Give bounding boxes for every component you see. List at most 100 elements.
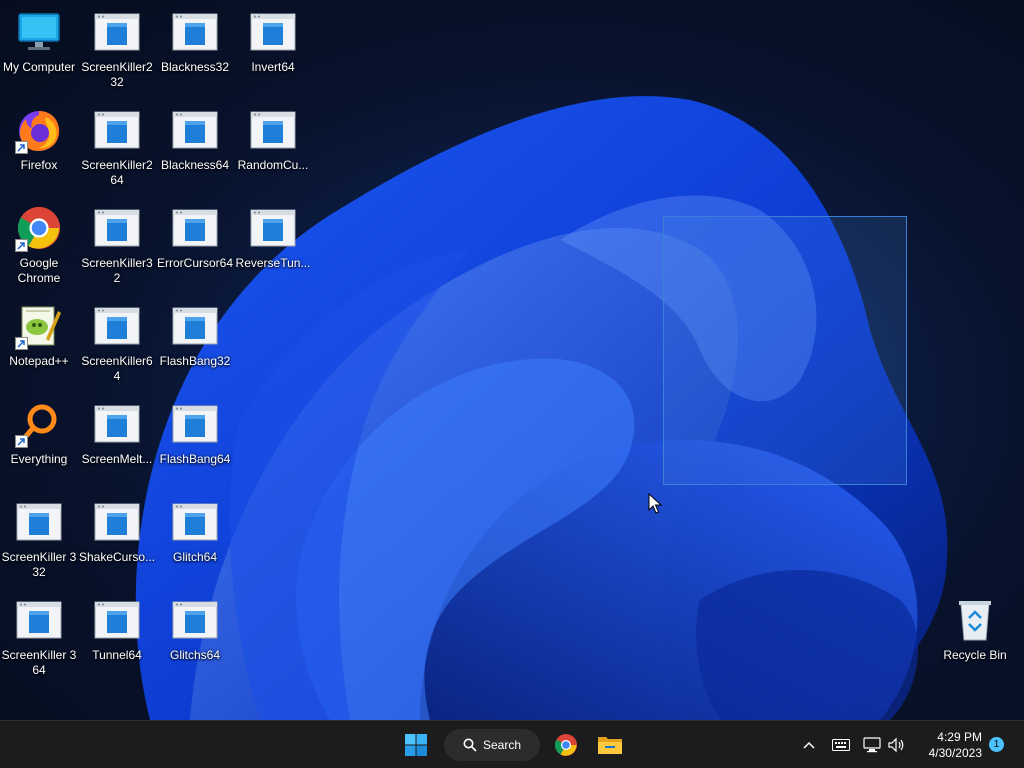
chevron-up-icon: [803, 741, 815, 749]
desktop-icon-label: FlashBang64: [159, 452, 231, 466]
app-window-icon: [93, 106, 141, 154]
desktop-icon-screenkiller-3-64[interactable]: ScreenKiller 3 64: [0, 588, 78, 684]
desktop-icon-label: Everything: [10, 452, 68, 466]
volume-icon: [888, 737, 904, 753]
start-button[interactable]: [398, 727, 434, 763]
desktop-icon-errorcursor64[interactable]: ErrorCursor64: [156, 196, 234, 292]
selection-rectangle: [663, 216, 907, 485]
desktop-icon-label: ScreenKiller64: [81, 354, 153, 383]
desktop-icon-flashbang32[interactable]: FlashBang32: [156, 294, 234, 390]
start-icon: [405, 734, 427, 756]
notification-badge[interactable]: 1: [989, 737, 1004, 752]
desktop-icon-everything[interactable]: Everything: [0, 392, 78, 488]
desktop-icon-screenkiller2-32[interactable]: ScreenKiller2 32: [78, 0, 156, 96]
chrome-icon: [15, 204, 63, 252]
app-window-icon: [93, 498, 141, 546]
app-window-icon: [171, 498, 219, 546]
desktop-icon-label: Glitch64: [172, 550, 218, 564]
app-window-icon: [249, 8, 297, 56]
shortcut-arrow-icon: [15, 239, 28, 252]
desktop-icon-firefox[interactable]: Firefox: [0, 98, 78, 194]
search-button[interactable]: Search: [444, 729, 540, 761]
desktop-icon-label: Blackness32: [160, 60, 230, 74]
desktop-icon-label: ScreenMelt...: [81, 452, 153, 466]
desktop-icon-label: Firefox: [20, 158, 58, 172]
shortcut-arrow-icon: [15, 435, 28, 448]
desktop-icon-shakecurso[interactable]: ShakeCurso...: [78, 490, 156, 586]
desktop-icon-label: Google Chrome: [17, 256, 61, 285]
clock[interactable]: 4:29 PM 4/30/2023: [918, 729, 982, 761]
app-window-icon: [171, 400, 219, 448]
file-explorer-icon: [598, 737, 622, 754]
desktop-icon-tunnel64[interactable]: Tunnel64: [78, 588, 156, 684]
keyboard-icon: [832, 739, 850, 751]
desktop-icon-label: ReverseTun...: [235, 256, 311, 270]
taskbar-chrome-button[interactable]: [548, 727, 584, 763]
desktop-icon-label: Notepad++: [9, 354, 69, 368]
desktop-icon-label: ShakeCurso...: [78, 550, 156, 564]
desktop-icon-label: My Computer: [2, 60, 76, 74]
show-hidden-icons-button[interactable]: [799, 735, 819, 755]
desktop-icon-google-chrome[interactable]: Google Chrome: [0, 196, 78, 292]
desktop-icon-label: ScreenKiller2 32: [81, 60, 153, 89]
desktop-icon-flashbang64[interactable]: FlashBang64: [156, 392, 234, 488]
network-button[interactable]: [862, 735, 882, 755]
search-icon: [463, 738, 477, 752]
network-icon: [863, 737, 881, 753]
desktop-icon-label: FlashBang32: [159, 354, 231, 368]
app-window-icon: [15, 498, 63, 546]
desktop[interactable]: My Computer ScreenKiller2 32 Blackness32 In…: [0, 0, 1024, 720]
desktop-icon-recycle-bin[interactable]: Recycle Bin: [936, 588, 1014, 684]
app-window-icon: [15, 596, 63, 644]
desktop-icon-screenkiller64[interactable]: ScreenKiller64: [78, 294, 156, 390]
shortcut-arrow-icon: [15, 141, 28, 154]
shortcut-arrow-icon: [15, 337, 28, 350]
app-window-icon: [93, 204, 141, 252]
desktop-icon-screenkiller32[interactable]: ScreenKiller32: [78, 196, 156, 292]
app-window-icon: [249, 204, 297, 252]
app-window-icon: [171, 106, 219, 154]
desktop-icon-screenkiller-3-32[interactable]: ScreenKiller 3 32: [0, 490, 78, 586]
desktop-icon-notepad[interactable]: Notepad++: [0, 294, 78, 390]
desktop-icon-reversetun[interactable]: ReverseTun...: [234, 196, 312, 292]
desktop-icon-label: ScreenKiller 3 32: [1, 550, 77, 579]
desktop-icon-glitch64[interactable]: Glitch64: [156, 490, 234, 586]
desktop-icon-screenkiller2-64[interactable]: ScreenKiller2 64: [78, 98, 156, 194]
recycle-bin-icon: [951, 596, 999, 644]
volume-button[interactable]: [887, 735, 907, 755]
everything-icon: [15, 400, 63, 448]
desktop-icon-randomcu[interactable]: RandomCu...: [234, 98, 312, 194]
desktop-icon-screenmelt[interactable]: ScreenMelt...: [78, 392, 156, 488]
desktop-icon-label: Invert64: [251, 60, 295, 74]
app-window-icon: [171, 302, 219, 350]
app-window-icon: [171, 8, 219, 56]
desktop-icon-label: RandomCu...: [237, 158, 309, 172]
desktop-icon-label: ScreenKiller2 64: [81, 158, 153, 187]
app-window-icon: [249, 106, 297, 154]
app-window-icon: [171, 596, 219, 644]
taskbar-file-explorer-button[interactable]: [592, 727, 628, 763]
chrome-icon: [555, 734, 577, 756]
clock-date: 4/30/2023: [928, 746, 982, 760]
desktop-icon-blackness64[interactable]: Blackness64: [156, 98, 234, 194]
desktop-icon-label: ScreenKiller 3 64: [1, 648, 77, 677]
firefox-icon: [15, 106, 63, 154]
desktop-icon-my-computer[interactable]: My Computer: [0, 0, 78, 96]
app-window-icon: [93, 8, 141, 56]
desktop-icon-label: Blackness64: [160, 158, 230, 172]
notepadpp-icon: [15, 302, 63, 350]
app-window-icon: [93, 400, 141, 448]
computer-icon: [15, 8, 63, 56]
app-window-icon: [93, 596, 141, 644]
desktop-icon-label: Glitchs64: [169, 648, 221, 662]
desktop-icon-label: Tunnel64: [92, 648, 142, 662]
desktop-icon-label: ScreenKiller32: [81, 256, 153, 285]
desktop-icon-label: ErrorCursor64: [156, 256, 234, 270]
desktop-icon-invert64[interactable]: Invert64: [234, 0, 312, 96]
keyboard-button[interactable]: [831, 735, 851, 755]
clock-time: 4:29 PM: [937, 730, 982, 744]
desktop-icon-glitchs64[interactable]: Glitchs64: [156, 588, 234, 684]
mouse-pointer-icon: [648, 493, 662, 514]
desktop-icon-label: Recycle Bin: [943, 648, 1007, 662]
desktop-icon-blackness32[interactable]: Blackness32: [156, 0, 234, 96]
